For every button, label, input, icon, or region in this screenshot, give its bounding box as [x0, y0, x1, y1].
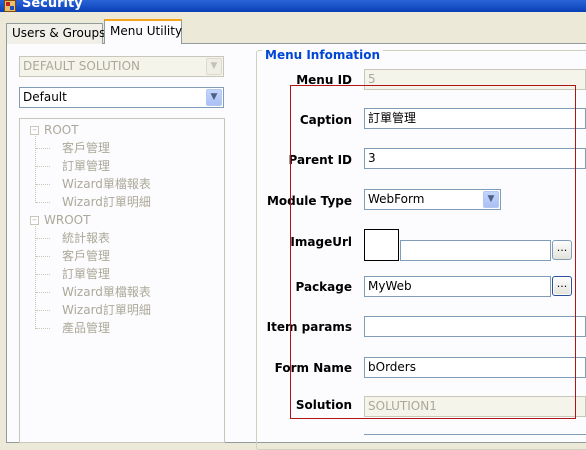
form-name-field[interactable]: bOrders	[364, 357, 586, 378]
menu-id-label: Menu ID	[296, 73, 352, 87]
tree-item[interactable]: 客戶管理	[62, 140, 110, 156]
parent-id-field[interactable]: 3	[364, 148, 586, 169]
tree-item[interactable]: Wizard單檔報表	[62, 284, 151, 300]
window-title: Security	[22, 0, 83, 11]
menu-info-title: Menu Infomation	[262, 48, 384, 62]
item-params-field[interactable]	[364, 316, 586, 337]
tree-item[interactable]: Wizard訂單明細	[62, 194, 151, 210]
tree-node-root[interactable]: ROOT	[44, 122, 79, 138]
next-field-partial	[364, 434, 586, 440]
chevron-down-icon: ▼	[206, 58, 222, 75]
tree-item[interactable]: 統計報表	[62, 230, 110, 246]
package-browse-button[interactable]: ...	[552, 276, 572, 296]
package-field[interactable]: MyWeb	[364, 276, 551, 297]
solution-combo-value: DEFAULT SOLUTION	[23, 59, 141, 73]
tree-item[interactable]: 訂單管理	[62, 266, 110, 282]
mode-combo-value: Default	[23, 90, 67, 104]
caption-field[interactable]: 訂單管理	[364, 108, 586, 129]
image-url-label: ImageUrl	[290, 235, 352, 249]
collapse-icon[interactable]: –	[30, 126, 39, 135]
tree-item[interactable]: 客戶管理	[62, 248, 110, 264]
parent-id-label: Parent ID	[288, 153, 352, 167]
tree-item[interactable]: 訂單管理	[62, 158, 110, 174]
image-url-browse-button[interactable]: ...	[552, 240, 572, 260]
item-params-label: Item params	[266, 320, 352, 334]
caption-label: Caption	[299, 113, 352, 127]
tree-item[interactable]: Wizard單檔報表	[62, 176, 151, 192]
chevron-down-icon[interactable]: ▼	[483, 191, 499, 208]
image-url-field[interactable]	[400, 240, 551, 261]
module-type-select[interactable]: WebForm ▼	[364, 189, 501, 210]
solution-field: SOLUTION1	[364, 396, 586, 417]
tree-node-wroot[interactable]: WROOT	[44, 212, 90, 228]
tree-item[interactable]: Wizard訂單明細	[62, 302, 151, 318]
collapse-icon[interactable]: –	[30, 216, 39, 225]
tree-item[interactable]: 產品管理	[62, 320, 110, 336]
menu-id-field: 5	[364, 69, 586, 90]
module-type-label: Module Type	[266, 194, 352, 208]
chevron-down-icon[interactable]: ▼	[206, 89, 222, 106]
mode-combo[interactable]: Default ▼	[19, 87, 224, 108]
tab-users-groups[interactable]: Users & Groups	[6, 23, 105, 44]
security-app-icon	[4, 0, 16, 12]
module-type-value: WebForm	[368, 192, 425, 206]
title-bar: Security	[0, 0, 586, 12]
form-name-label: Form Name	[274, 361, 352, 375]
menu-tree[interactable]: – ROOT 客戶管理 訂單管理 Wizard單檔報表 Wizard訂單明細 –…	[19, 118, 225, 443]
solution-label: Solution	[295, 398, 352, 412]
image-preview	[364, 229, 399, 261]
solution-combo: DEFAULT SOLUTION ▼	[19, 56, 224, 77]
package-label: Package	[295, 280, 353, 294]
tab-menu-utility[interactable]: Menu Utility	[104, 19, 182, 44]
